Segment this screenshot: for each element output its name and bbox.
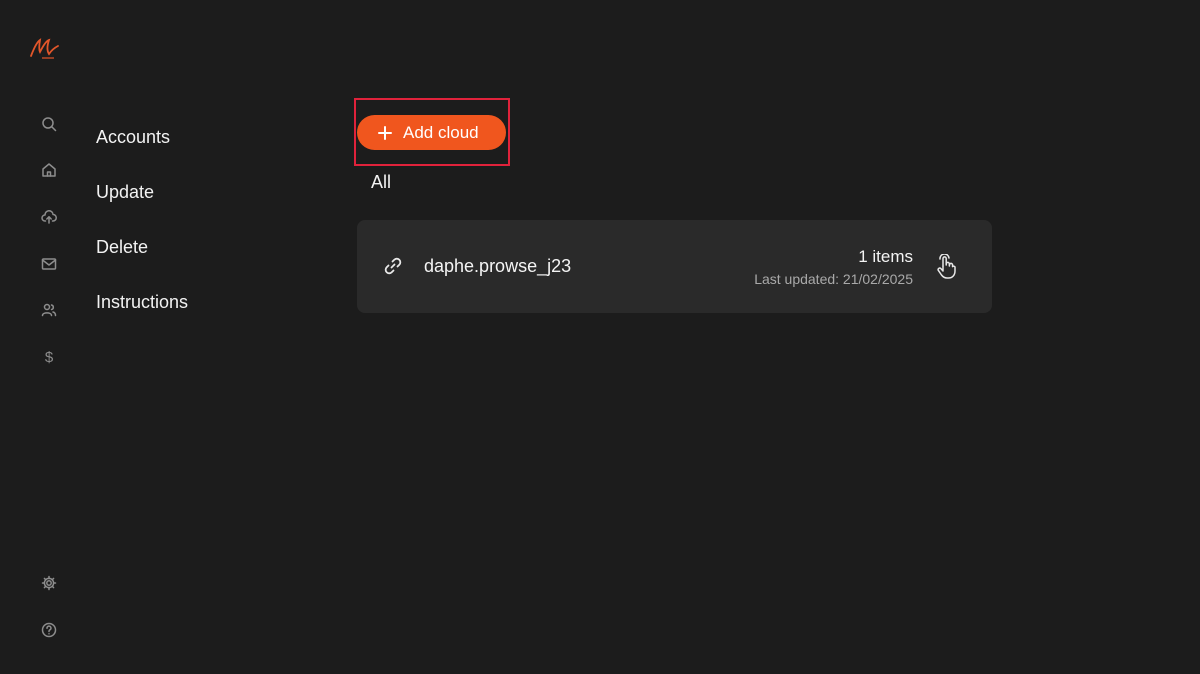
icon-rail: $ (0, 0, 96, 674)
mail-icon[interactable] (39, 254, 59, 274)
settings-subnav: Accounts Update Delete Instructions (96, 125, 188, 345)
cloud-account-name: daphe.prowse_j23 (424, 256, 572, 276)
hand-pointer-icon[interactable] (934, 253, 958, 280)
add-cloud-label: Add cloud (403, 122, 479, 142)
help-icon[interactable] (39, 620, 59, 640)
items-count: 1 items (858, 247, 913, 266)
cloud-card[interactable]: daphe.prowse_j23 1 items Last updated: 2… (357, 220, 992, 313)
filter-all-tab[interactable]: All (371, 172, 391, 193)
subnav-item-instructions[interactable]: Instructions (96, 290, 188, 345)
link-icon (383, 256, 403, 276)
last-updated: Last updated: 21/02/2025 (754, 271, 913, 287)
dollar-icon[interactable]: $ (39, 347, 59, 367)
logo (28, 34, 62, 62)
gear-icon[interactable] (39, 573, 59, 593)
subnav-item-accounts[interactable]: Accounts (96, 125, 188, 180)
subnav-item-update[interactable]: Update (96, 180, 188, 235)
subnav-item-delete[interactable]: Delete (96, 235, 188, 290)
add-cloud-button[interactable]: Add cloud (357, 115, 506, 150)
home-icon[interactable] (39, 160, 59, 180)
users-icon[interactable] (39, 300, 59, 320)
cloud-upload-icon[interactable] (39, 207, 59, 227)
app-window: $ Accounts Update Delete Instructions Ad… (0, 0, 1200, 674)
plus-icon (377, 125, 393, 141)
search-icon[interactable] (39, 114, 59, 134)
